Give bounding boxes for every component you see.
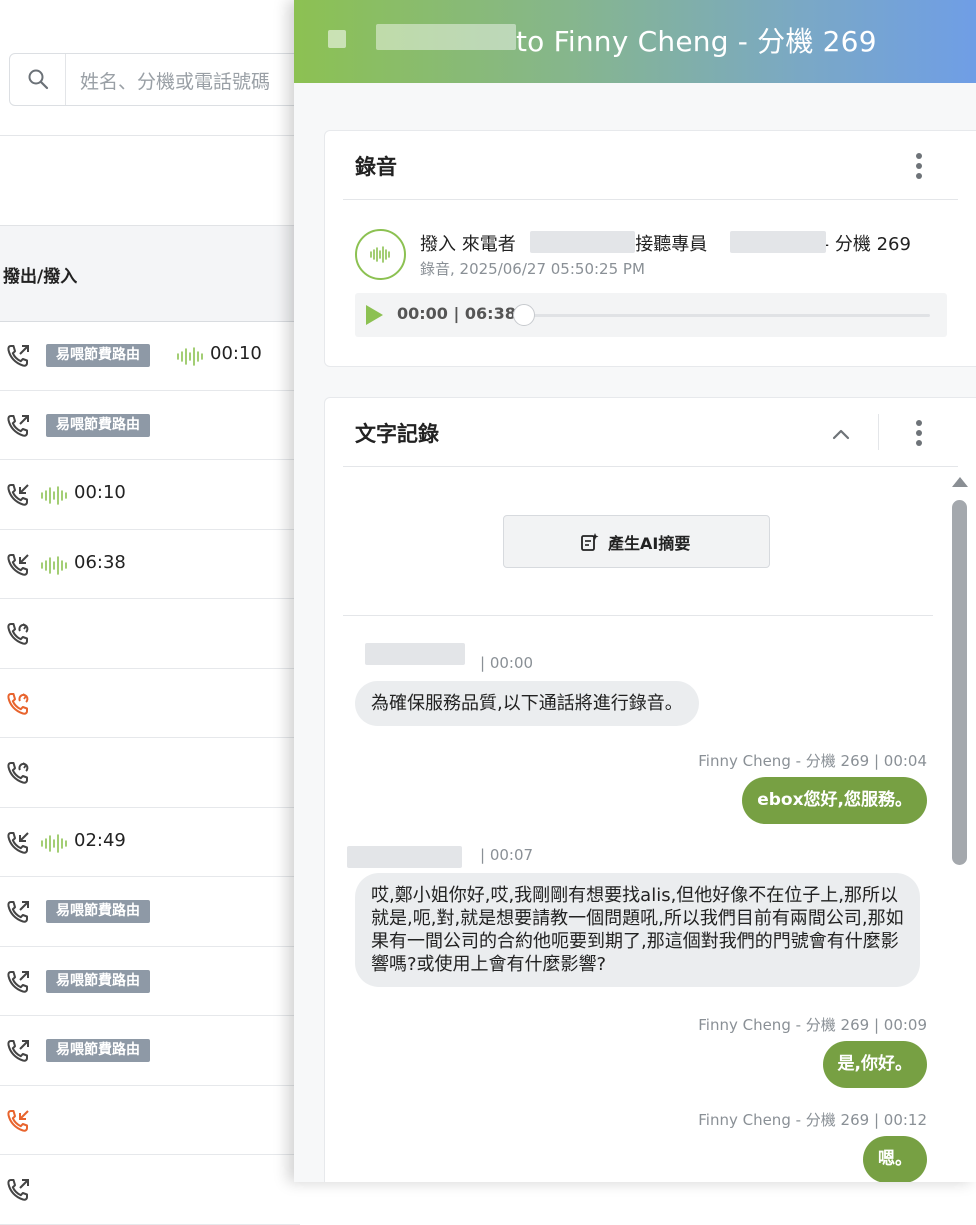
call-duration: 02:49 — [74, 829, 126, 851]
more-options-icon[interactable] — [915, 153, 923, 183]
audio-player: 00:00 | 06:38 — [355, 293, 947, 337]
ai-summary-icon — [581, 533, 599, 551]
transcript-bubble-left: 為確保服務品質,以下通話將進行錄音。 — [355, 681, 699, 726]
transcript-card-title: 文字記錄 — [355, 422, 439, 446]
redacted-agent — [730, 231, 826, 253]
recording-card-title: 錄音 — [355, 155, 397, 179]
scroll-thumb[interactable] — [952, 500, 967, 865]
message-meta: Finny Cheng - 分機 269 | 00:12 — [698, 1111, 927, 1129]
scrollbar[interactable] — [949, 470, 971, 1182]
divider — [0, 135, 300, 136]
transcript-card: 文字記錄 產生AI摘要 | 00:00 為確保服務品質,以下通話將進行錄音。 F… — [324, 397, 976, 1182]
table-row[interactable]: 易喂節費路由 — [0, 391, 300, 460]
table-row[interactable] — [0, 1086, 300, 1155]
progress-track[interactable] — [515, 314, 930, 317]
divider — [343, 466, 958, 467]
outgoing-call-icon — [6, 1177, 32, 1203]
search-box[interactable]: 姓名、分機或電話號碼 — [9, 53, 309, 106]
table-row[interactable]: 易喂節費路由 — [0, 1016, 300, 1086]
outgoing-call-icon — [6, 899, 32, 925]
incoming-call-icon — [6, 552, 32, 578]
outgoing-call-icon — [6, 413, 32, 439]
outgoing-call-icon — [6, 343, 32, 369]
column-header-direction: 撥出/撥入 — [3, 267, 78, 287]
table-row[interactable]: 易喂節費路由 — [0, 877, 300, 947]
search-input[interactable]: 姓名、分機或電話號碼 — [80, 67, 270, 94]
recording-waveform-icon[interactable] — [40, 485, 70, 505]
table-row[interactable]: 00:10 — [0, 460, 300, 530]
table-row[interactable]: 06:38 — [0, 530, 300, 599]
table-row[interactable]: 易喂節費路由 00:10 — [0, 321, 300, 391]
table-row[interactable] — [0, 1155, 300, 1225]
call-duration: 00:10 — [74, 482, 126, 503]
drawer-title: to Finny Cheng - 分機 269 — [516, 25, 877, 58]
table-row[interactable] — [0, 599, 300, 669]
recording-title: 撥入 來電者 接聽專員 - 分機 269 — [420, 234, 911, 255]
incoming-call-icon — [6, 830, 32, 856]
table-row[interactable] — [0, 738, 300, 808]
scroll-up-arrow-icon[interactable] — [952, 477, 968, 487]
column-header: 撥出/撥入 — [0, 225, 300, 322]
transcript-bubble-right: ebox您好,您服務。 — [742, 777, 927, 824]
more-options-icon[interactable] — [915, 420, 923, 450]
call-log-list: 姓名、分機或電話號碼 撥出/撥入 易喂節費路由 00:10 易喂節費路由 00:10 0… — [0, 0, 309, 1225]
search-divider — [65, 54, 66, 105]
route-badge: 易喂節費路由 — [46, 969, 150, 993]
transfer-call-icon — [6, 621, 32, 647]
redacted-caller — [530, 231, 635, 253]
incoming-call-icon — [6, 1108, 32, 1134]
redacted-caller — [328, 30, 346, 48]
call-detail-drawer: to Finny Cheng - 分機 269 錄音 撥入 來電者 接聽專員 -… — [294, 0, 976, 1182]
recording-waveform-icon[interactable] — [40, 833, 70, 853]
search-icon — [28, 69, 49, 90]
table-row[interactable]: 02:49 — [0, 808, 300, 877]
play-icon[interactable] — [366, 305, 383, 325]
call-duration: 00:10 — [210, 343, 262, 364]
table-row[interactable]: 易喂節費路由 — [0, 947, 300, 1016]
redacted-speaker — [365, 643, 465, 665]
transcript-bubble-right: 是,你好。 — [822, 1041, 927, 1088]
redacted-speaker — [347, 846, 462, 868]
outgoing-call-icon — [6, 969, 32, 995]
route-badge: 易喂節費路由 — [46, 900, 150, 923]
generate-ai-summary-button[interactable]: 產生AI摘要 — [503, 515, 770, 568]
outgoing-call-icon — [6, 1038, 32, 1064]
table-row[interactable] — [0, 669, 300, 738]
recording-waveform-icon[interactable] — [40, 555, 70, 575]
transfer-call-icon — [6, 760, 32, 786]
divider — [343, 615, 933, 616]
route-badge: 易喂節費路由 — [46, 344, 150, 367]
progress-knob[interactable] — [513, 304, 535, 326]
recording-card: 錄音 撥入 來電者 接聽專員 - 分機 269 錄音, 2025/06/27 0… — [324, 130, 976, 367]
message-meta: | 00:00 — [480, 654, 534, 672]
transfer-call-icon — [6, 691, 32, 717]
redacted-caller — [376, 24, 516, 50]
ai-summary-label: 產生AI摘要 — [608, 534, 691, 553]
message-meta: Finny Cheng - 分機 269 | 00:04 — [698, 752, 927, 770]
message-meta: | 00:07 — [480, 846, 534, 864]
transcript-bubble-right: 嗯。 — [863, 1136, 927, 1182]
recording-subtitle: 錄音, 2025/06/27 05:50:25 PM — [420, 260, 645, 278]
recording-waveform-icon — [355, 229, 406, 280]
message-meta: Finny Cheng - 分機 269 | 00:09 — [698, 1016, 927, 1034]
divider — [878, 414, 879, 450]
incoming-call-icon — [6, 482, 32, 508]
recording-waveform-icon[interactable] — [176, 346, 206, 366]
divider — [343, 199, 958, 200]
route-badge: 易喂節費路由 — [46, 1039, 150, 1062]
time-readout: 00:00 | 06:38 — [397, 304, 516, 323]
route-badge: 易喂節費路由 — [46, 413, 150, 437]
collapse-chevron-icon[interactable] — [830, 423, 852, 445]
call-duration: 06:38 — [74, 551, 126, 573]
transcript-bubble-left: 哎,鄭小姐你好,哎,我剛剛有想要找alis,但他好像不在位子上,那所以就是,呃,… — [355, 873, 920, 987]
drawer-header: to Finny Cheng - 分機 269 — [294, 0, 976, 83]
